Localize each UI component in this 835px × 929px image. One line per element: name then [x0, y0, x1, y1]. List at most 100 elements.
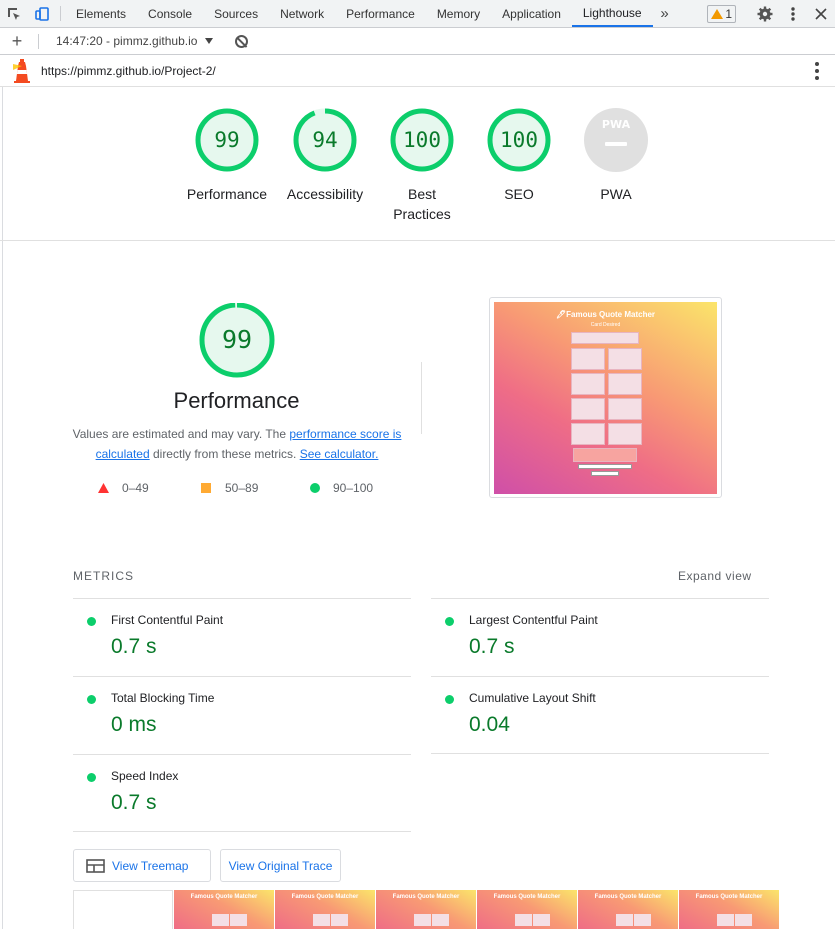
metric-first-contentful-paint: First Contentful Paint 0.7 s [73, 598, 411, 676]
warnings-count: 1 [725, 6, 732, 21]
report-menu-icon[interactable] [815, 61, 819, 80]
right-tools: 1 [701, 0, 835, 27]
warnings-badge[interactable]: 1 [707, 4, 736, 23]
dropdown-arrow-icon [205, 38, 214, 44]
tab-performance[interactable]: Performance [335, 0, 426, 27]
pass-circle-icon [87, 773, 96, 782]
metric-total-blocking-time: Total Blocking Time 0 ms [73, 676, 411, 754]
gauge-ring: 94 [292, 107, 358, 173]
desc-text: Values are estimated and may vary. The [72, 427, 290, 441]
gauge-ring: 99 [194, 107, 260, 173]
screenshot-top-card [571, 332, 639, 344]
screenshot-button [591, 471, 619, 476]
warning-icon [711, 8, 724, 19]
frame-title: Famous Quote Matcher [392, 894, 460, 900]
gauge-ring: 100 [389, 107, 455, 173]
gauge-best-practices[interactable]: 100 Best Practices [372, 107, 472, 224]
screenshot-subtitle: Card Desired [590, 322, 621, 328]
view-treemap-button[interactable]: View Treemap [73, 849, 211, 882]
expand-view-toggle[interactable]: Expand view [678, 569, 752, 583]
treemap-icon [86, 858, 105, 873]
screenshot-card-grid [571, 348, 642, 445]
filmstrip-frame: Famous Quote Matcher [376, 890, 476, 929]
tab-lighthouse[interactable]: Lighthouse [571, 0, 653, 27]
metric-name: Largest Contentful Paint [469, 613, 598, 627]
report-url: https://pimmz.github.io/Project-2/ [41, 63, 216, 78]
screenshot-button [578, 464, 632, 469]
frame-title: Famous Quote Matcher [695, 894, 763, 900]
performance-title: Performance [173, 388, 300, 413]
gauge-accessibility[interactable]: 94 Accessibility [275, 107, 375, 204]
inspect-element-icon[interactable] [0, 0, 28, 27]
legend-average: 50–89 [201, 481, 258, 495]
category-gauges: 99 Performance 94 Accessibility 100 Best… [0, 88, 835, 241]
gauge-score: 94 [312, 128, 338, 152]
metric-value: 0.04 [469, 713, 510, 736]
view-trace-label: View Original Trace [228, 858, 333, 873]
final-screenshot[interactable]: 🖊Famous Quote Matcher Card Desired [489, 297, 722, 498]
see-calculator-link[interactable]: See calculator. [300, 447, 379, 461]
frame-title: Famous Quote Matcher [493, 894, 561, 900]
pass-circle-icon [445, 617, 454, 626]
tab-network[interactable]: Network [269, 0, 335, 27]
report-select[interactable]: 14:47:20 - pimmz.github.io [43, 34, 214, 48]
gauge-label: PWA [600, 186, 632, 202]
tab-memory[interactable]: Memory [426, 0, 491, 27]
screenshot-image: 🖊Famous Quote Matcher Card Desired [494, 302, 717, 494]
metric-value: 0.7 s [111, 791, 157, 814]
legend-label: 50–89 [225, 481, 259, 495]
gauge-pwa[interactable]: PWA PWA [566, 107, 666, 204]
pass-circle-icon [445, 695, 454, 704]
metric-divider [73, 831, 411, 832]
clear-reports-icon[interactable] [235, 34, 249, 48]
metric-divider [431, 753, 769, 754]
settings-gear-icon[interactable] [751, 6, 779, 22]
pwa-badge-text: PWA [601, 118, 631, 131]
performance-score: 99 [221, 325, 253, 354]
pass-circle-icon [87, 695, 96, 704]
metric-speed-index: Speed Index 0.7 s [73, 754, 411, 832]
report-url-bar: https://pimmz.github.io/Project-2/ [0, 55, 835, 87]
legend-label: 0–49 [122, 481, 149, 495]
tab-console[interactable]: Console [137, 0, 203, 27]
metric-name: Speed Index [111, 769, 179, 783]
gauge-seo[interactable]: 100 SEO [469, 107, 569, 204]
gauge-performance[interactable]: 99 Performance [177, 107, 277, 204]
frame-title: Famous Quote Matcher [190, 894, 258, 900]
average-square-icon [201, 483, 211, 493]
metric-value: 0.7 s [111, 635, 157, 658]
metric-largest-contentful-paint: Largest Contentful Paint 0.7 s [431, 598, 769, 676]
gauge-label: Performance [186, 186, 268, 202]
tab-application[interactable]: Application [491, 0, 572, 27]
pass-circle-icon [310, 483, 320, 493]
screenshot-score-box [573, 448, 637, 462]
metric-name: Cumulative Layout Shift [469, 691, 596, 705]
fail-triangle-icon [98, 483, 109, 493]
view-treemap-label: View Treemap [112, 858, 189, 873]
lighthouse-toolbar: + 14:47:20 - pimmz.github.io [0, 28, 835, 55]
metric-cumulative-layout-shift: Cumulative Layout Shift 0.04 [431, 676, 769, 754]
more-tabs-chevron-icon[interactable]: » [653, 0, 677, 27]
legend-pass: 90–100 [310, 481, 373, 495]
view-original-trace-button[interactable]: View Original Trace [220, 849, 341, 882]
tab-elements[interactable]: Elements [65, 0, 137, 27]
gauge-ring: 100 [486, 107, 552, 173]
metric-name: Total Blocking Time [111, 691, 215, 705]
filmstrip-frame: Famous Quote Matcher [477, 890, 577, 929]
new-report-button[interactable]: + [0, 31, 34, 52]
legend-fail: 0–49 [98, 481, 149, 495]
devtools-tab-bar: Elements Console Sources Network Perform… [0, 0, 835, 28]
screenshot-title: 🖊Famous Quote Matcher [555, 310, 656, 319]
close-devtools-icon[interactable] [807, 7, 835, 20]
performance-description: Values are estimated and may vary. The p… [72, 424, 402, 464]
gauge-label: Accessibility [286, 186, 364, 202]
device-toolbar-icon[interactable] [28, 0, 56, 27]
filmstrip-frame: Famous Quote Matcher [275, 890, 375, 929]
lighthouse-logo-icon [13, 58, 30, 83]
legend-label: 90–100 [333, 481, 374, 495]
metric-value: 0.7 s [469, 635, 515, 658]
metric-value: 0 ms [111, 713, 157, 736]
tab-sources[interactable]: Sources [203, 0, 269, 27]
filmstrip-frame: Famous Quote Matcher [174, 890, 274, 929]
more-options-icon[interactable] [779, 6, 807, 21]
